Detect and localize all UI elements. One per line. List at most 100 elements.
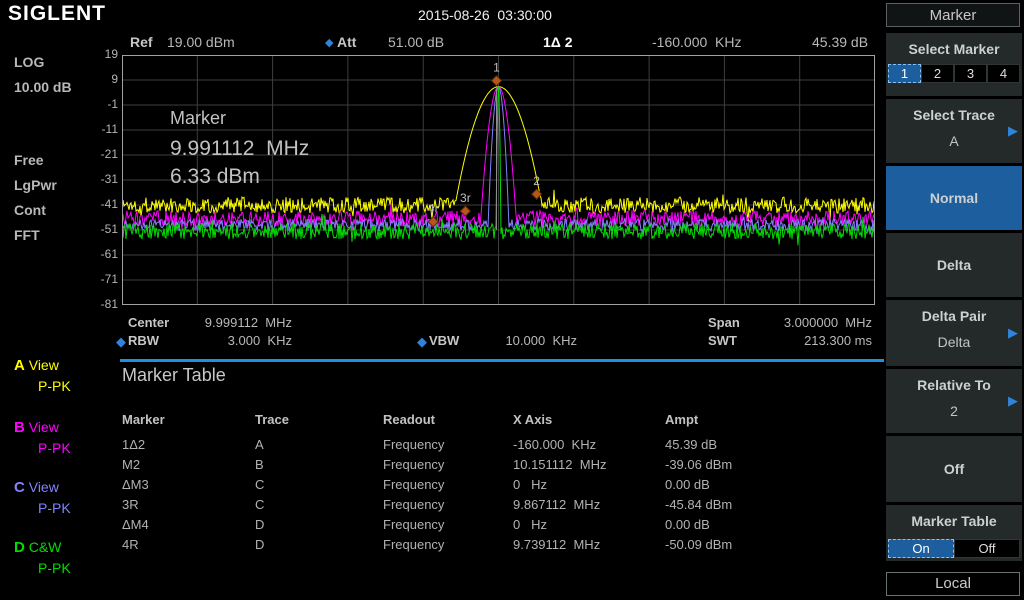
marker-diamond-icon [491,76,501,86]
datetime-display: 2015-08-26 03:30:00 [418,7,552,23]
vbw-manual-indicator-icon: ◆ [417,334,427,350]
trace-detector: P-PK [38,376,71,396]
rbw-value: 3.000 KHz [155,333,292,348]
local-button[interactable]: Local [886,572,1020,596]
marker-table-row: 4RDFrequency9.739112 MHz-50.09 dBm [115,537,884,555]
vbw-value: 10.000 KHz [445,333,577,348]
trace-detector: P-PK [38,438,71,458]
menu-title: Marker [886,3,1020,27]
marker-table-cell: A [255,437,264,452]
off-button[interactable]: Off [886,436,1022,502]
delta-marker-x-value: -160.000 KHz [652,34,742,50]
y-axis-tick-label: -41 [72,197,118,211]
y-axis-tick-label: -71 [72,272,118,286]
softkey-menu-panel: Marker Select Marker 1234 Select Trace A… [884,0,1024,600]
att-value: 51.00 dB [388,34,444,50]
col-header-marker: Marker [122,412,165,427]
marker-table-on-option[interactable]: On [888,539,954,558]
marker-table-cell: Frequency [383,497,444,512]
y-axis-tick-label: 9 [72,72,118,86]
marker-table-cell: 9.739112 MHz [513,537,600,552]
rbw-manual-indicator-icon: ◆ [116,334,126,350]
marker-label: 4r [428,202,439,216]
top-bar: SIGLENT 2015-08-26 03:30:00 [0,0,1024,28]
marker-table-cell: ΔM4 [122,517,149,532]
center-value: 9.999112 MHz [155,315,292,330]
marker-table-cell: Frequency [383,477,444,492]
marker-table-cell: 3R [122,497,139,512]
off-label: Off [944,461,964,477]
marker-option-4[interactable]: 4 [987,64,1020,83]
trace-letter: C [14,479,25,496]
section-separator-line [120,359,884,362]
main-display-area: Ref 19.00 dBm ◆ Att 51.00 dB 1Δ 2 -160.0… [115,28,884,600]
trace-letter: D [14,539,25,556]
att-manual-indicator-icon: ◆ [325,36,333,49]
att-label: Att [337,34,356,50]
marker-table-cell: -39.06 dBm [665,457,732,472]
select-trace-label: Select Trace [886,107,1022,123]
marker-table-cell: 1Δ2 [122,437,145,452]
y-axis-tick-label: -11 [72,122,118,136]
marker-table-cell: 4R [122,537,139,552]
col-header-ampt: Ampt [665,412,698,427]
ref-value: 19.00 dBm [167,34,235,50]
marker-table-cell: Frequency [383,517,444,532]
col-header-trace: Trace [255,412,289,427]
marker-table-row: 3RCFrequency9.867112 MHz-45.84 dBm [115,497,884,515]
marker-readout-amplitude: 6.33 dBm [170,165,309,189]
submenu-arrow-icon: ▶ [1008,325,1018,341]
relative-to-label: Relative To [886,377,1022,393]
delta-button[interactable]: Delta [886,233,1022,297]
swt-value: 213.300 ms [715,333,872,348]
trace-status-D: D C&WP-PK [14,537,71,578]
spectrum-analyzer-screen: { "top_bar": { "logo": "SIGLENT", "datet… [0,0,1024,600]
marker-table-cell: Frequency [383,437,444,452]
marker-option-1[interactable]: 1 [888,64,921,83]
sweep-mode-label: Cont [14,202,46,218]
y-axis-tick-label: -31 [72,172,118,186]
marker-table-toggle-button[interactable]: Marker Table On Off [886,505,1022,561]
col-header-readout: Readout [383,412,435,427]
marker-readout-frequency: 9.991112 MHz [170,137,309,161]
marker-table-cell: 0 Hz [513,477,547,492]
marker-table-row: ΔM3CFrequency0 Hz0.00 dB [115,477,884,495]
scale-value-label: 10.00 dB [14,79,72,95]
marker-table-toggle-label: Marker Table [886,513,1022,529]
marker-table-row: M2BFrequency10.151112 MHz-39.06 dBm [115,457,884,475]
marker-label: 2 [533,174,540,188]
submenu-arrow-icon: ▶ [1008,393,1018,409]
marker-table-cell: 45.39 dB [665,437,717,452]
delta-pair-button[interactable]: Delta Pair Delta ▶ [886,300,1022,366]
trigger-mode-label: Free [14,152,44,168]
marker-table-cell: 10.151112 MHz [513,457,606,472]
marker-table-cell: 0.00 dB [665,517,710,532]
normal-button[interactable]: Normal [886,166,1022,230]
marker-label: 1 [493,61,500,75]
trace-detector: P-PK [38,498,71,518]
delta-marker-y-value: 45.39 dB [812,34,868,50]
marker-option-3[interactable]: 3 [954,64,987,83]
select-trace-button[interactable]: Select Trace A ▶ [886,99,1022,163]
relative-to-button[interactable]: Relative To 2 ▶ [886,369,1022,433]
select-trace-value: A [886,133,1022,149]
marker-table-cell: -160.000 KHz [513,437,596,452]
marker-table-cell: Frequency [383,457,444,472]
scale-type-label: LOG [14,54,44,70]
trace-detector: P-PK [38,558,71,578]
marker-table-off-option[interactable]: Off [954,539,1020,558]
y-axis-tick-label: -21 [72,147,118,161]
trace-letter: A [14,357,25,374]
relative-to-value: 2 [886,403,1022,419]
fft-mode-label: FFT [14,227,40,243]
select-marker-button[interactable]: Select Marker 1234 [886,33,1022,96]
y-axis-tick-label: 19 [72,47,118,61]
marker-table-cell: M2 [122,457,140,472]
marker-table-cell: 0.00 dB [665,477,710,492]
y-axis-tick-label: -81 [72,297,118,311]
delta-pair-value: Delta [886,334,1022,350]
marker-table-cell: C [255,477,264,492]
trace-status-A: A ViewP-PK [14,355,71,396]
marker-option-2[interactable]: 2 [921,64,954,83]
trace-status-B: B ViewP-PK [14,417,71,458]
